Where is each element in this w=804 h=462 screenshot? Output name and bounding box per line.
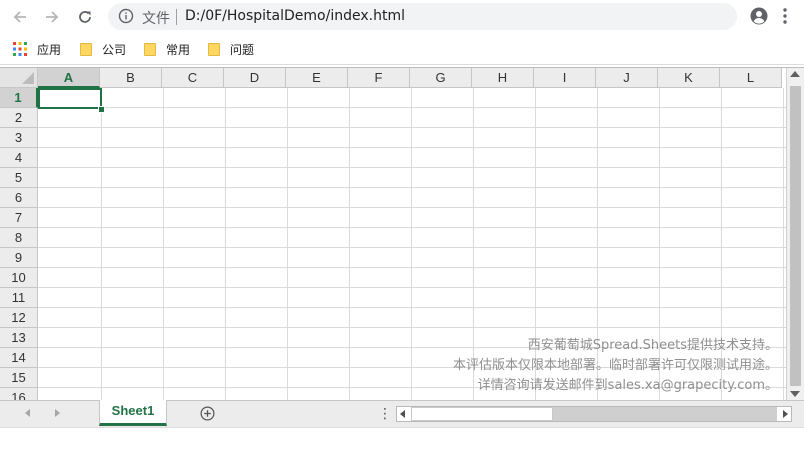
forward-icon: [46, 11, 59, 23]
back-button[interactable]: [8, 5, 32, 29]
row-header[interactable]: 15: [0, 368, 38, 388]
column-header[interactable]: B: [100, 68, 162, 88]
bookmark-label: 常用: [166, 42, 191, 57]
column-header[interactable]: I: [534, 68, 596, 88]
address-bar[interactable]: 文件 D:/0F/HospitalDemo/index.html: [108, 3, 737, 30]
bookmark-label: 问题: [230, 42, 255, 57]
reload-button[interactable]: [73, 5, 97, 29]
menu-icon[interactable]: [782, 7, 788, 25]
bookmark-folder-common[interactable]: 常用: [144, 41, 190, 57]
column-header[interactable]: L: [720, 68, 782, 88]
row-header[interactable]: 2: [0, 108, 38, 128]
add-sheet-icon[interactable]: [200, 406, 215, 421]
scroll-thumb[interactable]: [790, 86, 801, 386]
row-header[interactable]: 12: [0, 308, 38, 328]
row-header[interactable]: 4: [0, 148, 38, 168]
horizontal-scrollbar[interactable]: [396, 406, 792, 422]
separator: [176, 9, 177, 25]
column-header[interactable]: G: [410, 68, 472, 88]
back-icon: [13, 11, 26, 23]
scheme-label: 文件: [142, 11, 170, 27]
watermark-line: 本评估版本仅限本地部署。临时部署许可仅限测试用途。: [452, 358, 778, 373]
browser-toolbar: 文件 D:/0F/HospitalDemo/index.html: [0, 0, 804, 34]
row-header[interactable]: 8: [0, 228, 38, 248]
row-header[interactable]: 1: [0, 88, 38, 108]
column-header[interactable]: J: [596, 68, 658, 88]
row-header[interactable]: 14: [0, 348, 38, 368]
row-header[interactable]: 6: [0, 188, 38, 208]
bookmark-label: 公司: [102, 42, 127, 57]
apps-icon: [13, 42, 27, 56]
bookmark-folder-company[interactable]: 公司: [80, 41, 126, 57]
select-all-corner[interactable]: [0, 68, 38, 88]
page-bottom: [0, 427, 804, 462]
vertical-scrollbar[interactable]: [786, 68, 804, 401]
scroll-right-icon[interactable]: [783, 410, 788, 418]
column-header[interactable]: C: [162, 68, 224, 88]
forward-button[interactable]: [40, 5, 64, 29]
active-cell-a1[interactable]: [38, 88, 102, 109]
row-header[interactable]: 3: [0, 128, 38, 148]
row-header[interactable]: 13: [0, 328, 38, 348]
row-header[interactable]: 7: [0, 208, 38, 228]
folder-icon: [144, 42, 156, 56]
corner-triangle: [22, 72, 34, 84]
spreadsheet: A B C D E F G H I J K L 1 2 3 4 5 6 7 8 …: [0, 67, 804, 401]
url-text[interactable]: D:/0F/HospitalDemo/index.html: [185, 8, 405, 24]
row-header[interactable]: 5: [0, 168, 38, 188]
watermark-line: 详情咨询请发送邮件到sales.xa@grapecity.com。: [477, 378, 778, 393]
column-header[interactable]: F: [348, 68, 410, 88]
scroll-down-icon[interactable]: [790, 391, 800, 397]
column-header[interactable]: D: [224, 68, 286, 88]
fill-handle[interactable]: [98, 106, 105, 113]
column-header[interactable]: K: [658, 68, 720, 88]
scroll-track[interactable]: [553, 407, 777, 421]
column-header[interactable]: H: [472, 68, 534, 88]
bookmark-apps-label: 应用: [37, 42, 62, 57]
bookmark-apps[interactable]: 应用: [13, 41, 61, 57]
info-icon[interactable]: [118, 8, 134, 24]
tab-prev-icon[interactable]: [25, 409, 30, 417]
watermark-line: 西安葡萄城Spread.Sheets提供技术支持。: [527, 338, 778, 353]
row-header[interactable]: 9: [0, 248, 38, 268]
evaluation-watermark: 西安葡萄城Spread.Sheets提供技术支持。 本评估版本仅限本地部署。临时…: [453, 336, 778, 396]
bookmarks-bar: 应用 公司 常用 问题: [0, 34, 804, 65]
profile-icon[interactable]: [750, 7, 768, 25]
more-options-icon[interactable]: ⋮: [378, 405, 392, 422]
folder-icon: [80, 42, 92, 56]
row-header[interactable]: 10: [0, 268, 38, 288]
column-header[interactable]: E: [286, 68, 348, 88]
scroll-left-icon[interactable]: [400, 410, 405, 418]
folder-icon: [208, 42, 220, 56]
bookmark-folder-issues[interactable]: 问题: [208, 41, 254, 57]
scroll-thumb[interactable]: [411, 407, 553, 421]
sheet-tab-bar: Sheet1 ⋮: [0, 400, 804, 427]
tab-sheet1[interactable]: Sheet1: [99, 400, 167, 426]
column-header[interactable]: A: [38, 68, 100, 88]
row-header[interactable]: 11: [0, 288, 38, 308]
scroll-up-icon[interactable]: [790, 71, 800, 77]
reload-icon: [79, 11, 91, 23]
tab-next-icon[interactable]: [55, 409, 60, 417]
